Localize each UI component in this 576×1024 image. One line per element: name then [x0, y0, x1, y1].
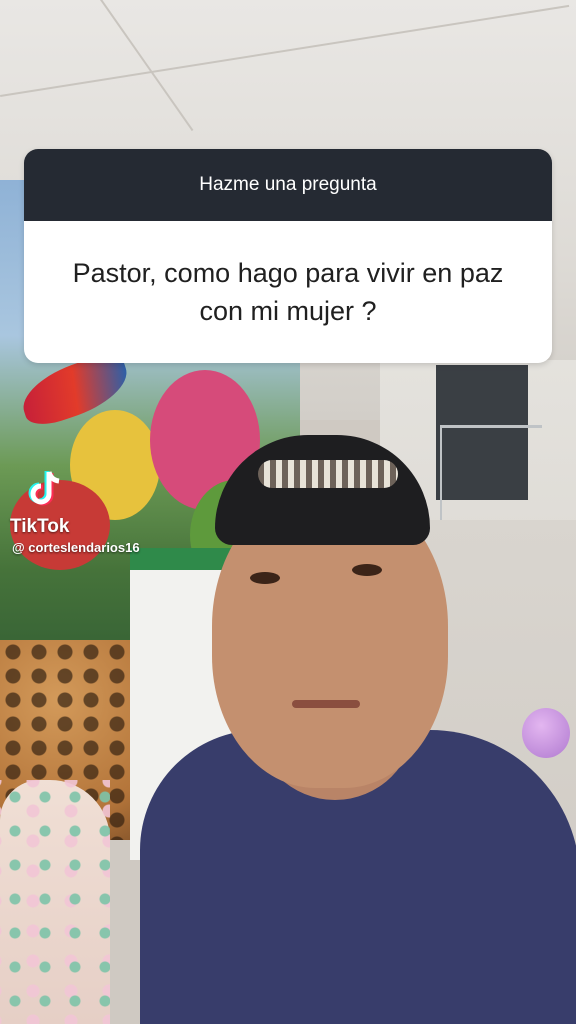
- question-text-line-1: Pastor, como hago para vivir en paz: [72, 258, 504, 288]
- question-sticker[interactable]: Hazme una pregunta Pastor, como hago par…: [24, 149, 552, 363]
- tiktok-brand-label: TikTok: [10, 516, 70, 537]
- child: [0, 780, 110, 1024]
- question-text-line-2: con mi mujer ?: [199, 296, 377, 326]
- cap-strap: [258, 460, 398, 488]
- question-sticker-header: Hazme una pregunta: [24, 149, 552, 221]
- question-sticker-header-label: Hazme una pregunta: [199, 174, 377, 195]
- cap: [215, 435, 430, 545]
- tiktok-logo-icon: [28, 471, 60, 506]
- question-sticker-body: Pastor, como hago para vivir en paz con …: [24, 221, 552, 363]
- person: [140, 430, 576, 1024]
- tiktok-username: @ corteslendarios16: [12, 540, 140, 555]
